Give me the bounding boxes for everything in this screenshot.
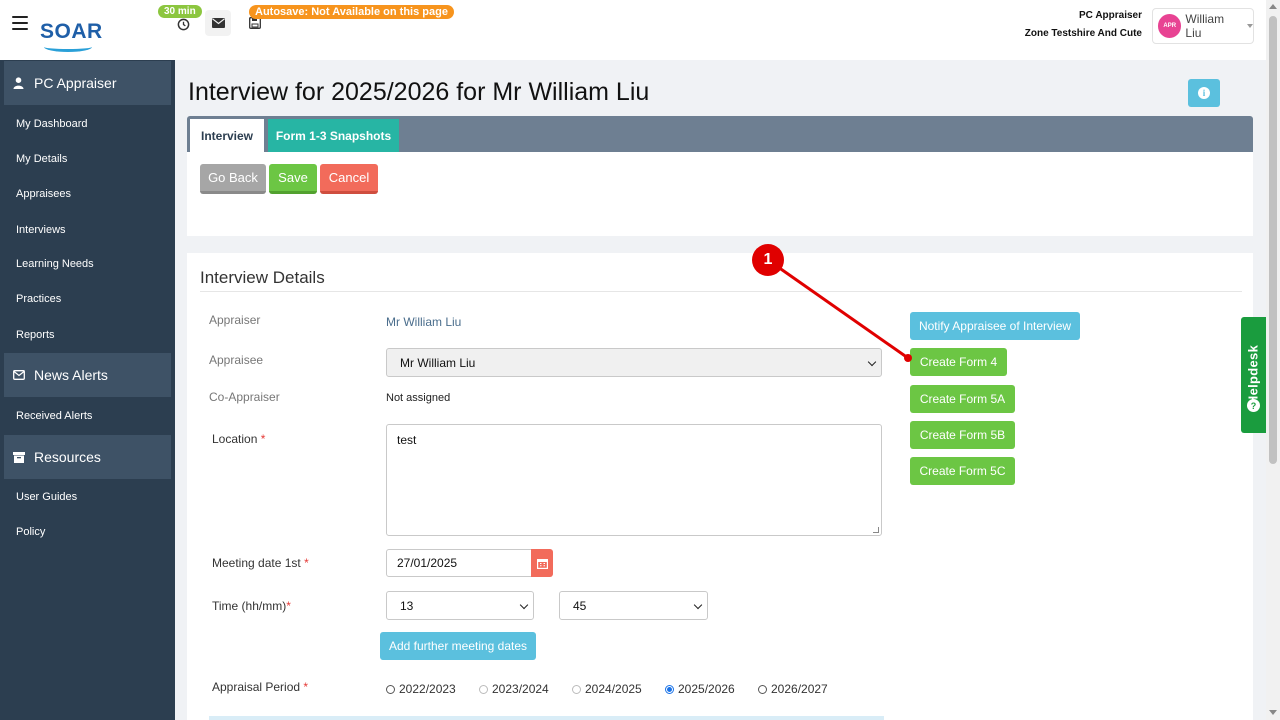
annotation-arrow xyxy=(767,258,912,362)
annotation-marker: 1 xyxy=(752,244,784,276)
